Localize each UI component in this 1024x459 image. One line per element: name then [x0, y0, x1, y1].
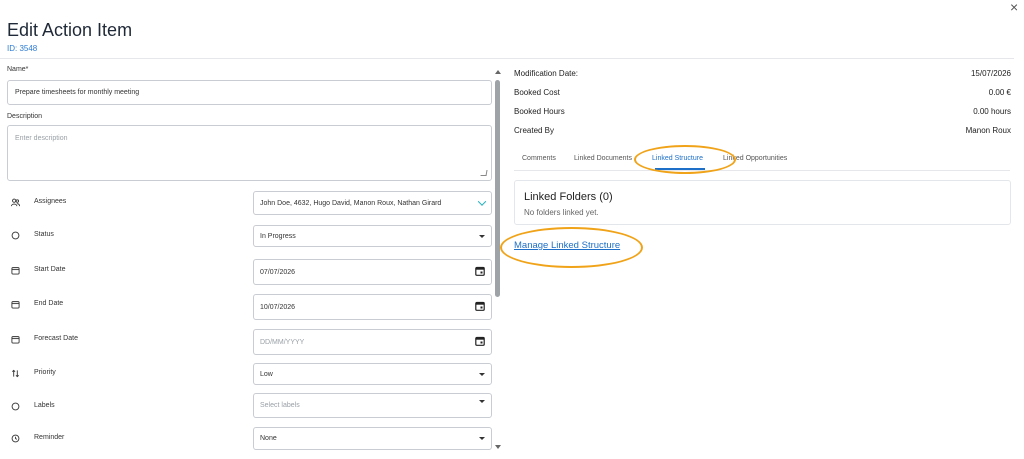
start-date-label: Start Date [34, 266, 66, 273]
circle-icon [11, 402, 20, 411]
labels-select[interactable]: Select labels [253, 393, 492, 418]
tab-linked-structure[interactable]: Linked Structure [652, 155, 703, 162]
forecast-date-label: Forecast Date [34, 335, 78, 342]
clock-icon [11, 434, 20, 443]
caret-down-icon [479, 372, 485, 376]
circle-icon [11, 231, 20, 240]
header-divider [0, 58, 1014, 59]
resize-handle-icon[interactable] [480, 170, 488, 176]
end-date-label: End Date [34, 300, 64, 307]
sort-arrows-icon [11, 369, 20, 378]
priority-label: Priority [34, 369, 56, 376]
tab-comments[interactable]: Comments [522, 155, 556, 162]
description-textarea[interactable]: Enter description [7, 125, 492, 181]
end-date-value: 10/07/2026 [260, 303, 296, 311]
labels-placeholder: Select labels [260, 402, 300, 409]
scrollbar-thumb[interactable] [495, 80, 500, 297]
assignees-select[interactable]: John Doe, 4632, Hugo David, Manon Roux, … [253, 191, 492, 215]
calendar-icon [11, 335, 20, 344]
manage-linked-structure-link[interactable]: Manage Linked Structure [514, 240, 620, 251]
caret-down-icon [479, 234, 485, 238]
created-by-label: Created By [514, 126, 555, 135]
end-date-input[interactable]: 10/07/2026 [253, 294, 492, 320]
booked-hours-value: 0.00 hours [973, 107, 1011, 116]
linked-folders-title: Linked Folders (0) [524, 191, 613, 203]
labels-label: Labels [34, 402, 55, 409]
forecast-date-placeholder: DD/MM/YYYY [260, 338, 305, 346]
scroll-up-arrow-icon[interactable] [495, 70, 501, 74]
name-label: Name* [7, 66, 29, 73]
status-label: Status [34, 231, 54, 238]
linked-folders-empty-text: No folders linked yet. [524, 208, 599, 217]
booked-cost-value: 0.00 € [988, 88, 1011, 97]
calendar-picker-icon[interactable] [475, 301, 485, 313]
tab-linked-documents[interactable]: Linked Documents [574, 155, 632, 162]
forecast-date-input[interactable]: DD/MM/YYYY [253, 329, 492, 355]
status-value: In Progress [260, 232, 296, 240]
tabs-divider [514, 170, 1010, 171]
people-icon [11, 198, 20, 207]
booked-hours-label: Booked Hours [514, 107, 565, 116]
scroll-down-arrow-icon[interactable] [495, 445, 501, 449]
caret-down-icon [479, 400, 485, 403]
calendar-icon [11, 266, 20, 275]
modification-date-value: 15/07/2026 [970, 69, 1011, 78]
start-date-value: 07/07/2026 [260, 268, 296, 276]
tab-linked-opportunities[interactable]: Linked Opportunities [723, 155, 787, 162]
assignees-value: John Doe, 4632, Hugo David, Manon Roux, … [260, 199, 442, 207]
name-input[interactable]: Prepare timesheets for monthly meeting [7, 80, 492, 105]
status-select[interactable]: In Progress [253, 225, 492, 247]
reminder-select[interactable]: None [253, 427, 492, 450]
description-placeholder: Enter description [15, 135, 68, 142]
page-title: Edit Action Item [7, 20, 133, 40]
caret-down-icon [479, 437, 485, 440]
close-button[interactable]: × [1010, 0, 1018, 14]
priority-select[interactable]: Low [253, 363, 492, 385]
calendar-icon [11, 300, 20, 309]
chevron-down-icon [477, 197, 487, 206]
linked-folders-card: Linked Folders (0) No folders linked yet… [514, 180, 1011, 225]
reminder-value: None [260, 435, 277, 442]
calendar-picker-icon[interactable] [475, 336, 485, 348]
calendar-picker-icon[interactable] [475, 266, 485, 278]
description-label: Description [7, 113, 43, 120]
modification-date-label: Modification Date: [514, 69, 579, 78]
start-date-input[interactable]: 07/07/2026 [253, 259, 492, 285]
reminder-label: Reminder [34, 434, 65, 441]
item-id: ID: 3548 [7, 44, 38, 53]
assignees-label: Assignees [34, 198, 67, 205]
created-by-value: Manon Roux [965, 126, 1011, 135]
priority-value: Low [260, 370, 273, 378]
booked-cost-label: Booked Cost [514, 88, 560, 97]
